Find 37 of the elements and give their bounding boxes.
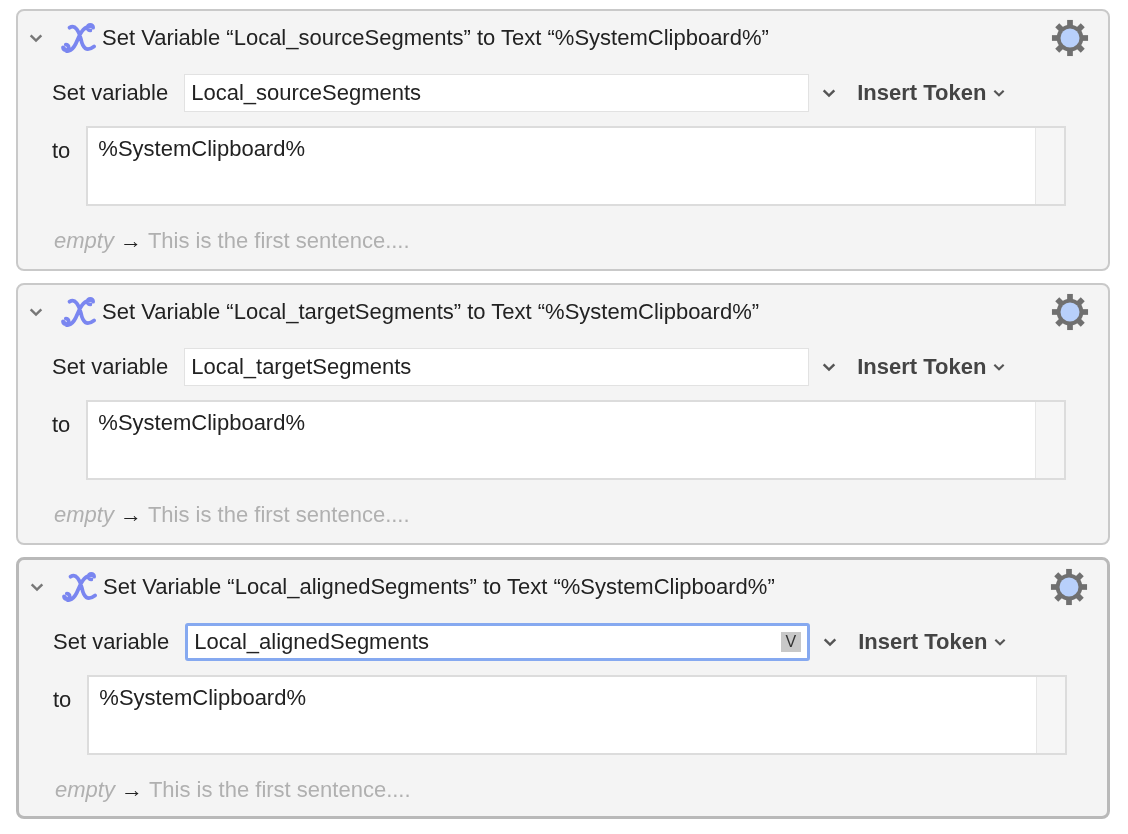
insert-token-button[interactable]: Insert Token xyxy=(857,80,1007,106)
set-variable-label: Set variable xyxy=(53,629,170,655)
preview-label: empty xyxy=(54,228,114,254)
action-card[interactable]: Set Variable “Local_sourceSegments” to Text “%SystemClipboard%” Set variable Local_sourceSegments Insert Token to %SystemClipboard% empty → This is the first sentence.... xyxy=(16,9,1110,271)
preview-label: empty xyxy=(54,502,114,528)
to-label: to xyxy=(52,412,71,438)
variable-x-icon xyxy=(60,296,98,328)
action-title: Set Variable “Local_alignedSegments” to Text “%SystemClipboard%” xyxy=(103,574,775,600)
set-variable-label: Set variable xyxy=(52,354,169,380)
action-card[interactable]: Set Variable “Local_alignedSegments” to Text “%SystemClipboard%” Set variable Local_alignedSegments V Insert Token to %SystemClipboard% empty → This is the first sentence.... xyxy=(16,557,1110,819)
preview-text: This is the first sentence.... xyxy=(148,777,411,803)
preview-label: empty xyxy=(55,777,115,803)
variable-name-field[interactable]: Local_alignedSegments V xyxy=(185,623,811,661)
to-label: to xyxy=(53,687,72,713)
preview-arrow: → xyxy=(119,502,142,528)
settings-gear-icon[interactable] xyxy=(1051,293,1089,331)
insert-token-button[interactable]: Insert Token xyxy=(858,629,1008,655)
text-area-field[interactable]: %SystemClipboard% xyxy=(87,675,1068,755)
preview-arrow: → xyxy=(120,777,143,803)
preview-arrow: → xyxy=(119,228,142,254)
settings-gear-icon[interactable] xyxy=(1051,19,1089,57)
preview-text: This is the first sentence.... xyxy=(147,502,410,528)
variable-x-icon xyxy=(61,571,99,603)
preview-text: This is the first sentence.... xyxy=(147,228,410,254)
settings-gear-icon[interactable] xyxy=(1050,568,1088,606)
action-title: Set Variable “Local_sourceSegments” to Text “%SystemClipboard%” xyxy=(102,25,769,51)
action-title: Set Variable “Local_targetSegments” to Text “%SystemClipboard%” xyxy=(102,299,760,325)
text-area-field[interactable]: %SystemClipboard% xyxy=(86,400,1067,480)
text-area-field[interactable]: %SystemClipboard% xyxy=(86,126,1067,206)
insert-token-button[interactable]: Insert Token xyxy=(857,354,1007,380)
variable-name-field[interactable]: Local_targetSegments xyxy=(184,348,810,386)
field-badge: V xyxy=(780,632,802,652)
variable-x-icon xyxy=(60,22,98,54)
set-variable-label: Set variable xyxy=(52,80,169,106)
variable-name-field[interactable]: Local_sourceSegments xyxy=(184,74,810,112)
action-card[interactable]: Set Variable “Local_targetSegments” to Text “%SystemClipboard%” Set variable Local_targetSegments Insert Token to %SystemClipboard% empty → This is the first sentence.... xyxy=(16,283,1110,545)
to-label: to xyxy=(52,138,71,164)
